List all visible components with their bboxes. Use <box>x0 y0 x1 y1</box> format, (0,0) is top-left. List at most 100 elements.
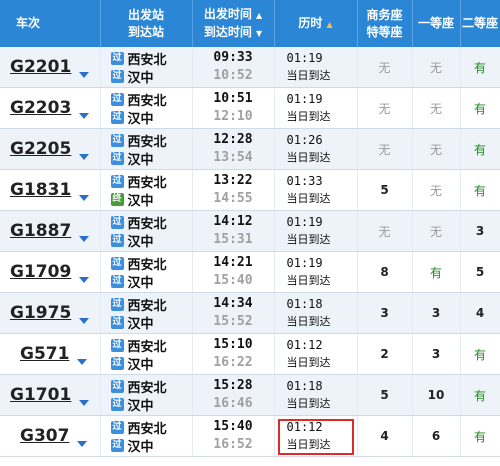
business-seat: 无 <box>357 210 413 252</box>
train-number-link[interactable]: G1887 <box>0 221 71 241</box>
pass-station-icon: 过 <box>110 297 124 311</box>
pass-station-icon: 过 <box>110 233 124 247</box>
to-station: 汉中 <box>127 193 154 209</box>
train-number-link[interactable]: G1975 <box>0 303 71 323</box>
arrival-time: 16:46 <box>213 396 253 411</box>
departure-time: 09:33 <box>213 50 253 65</box>
from-station: 西安北 <box>127 93 167 109</box>
first-class-seat: 6 <box>412 415 461 457</box>
header-train: 车次 <box>0 0 101 47</box>
sort-down-icon[interactable]: ▼ <box>256 29 262 38</box>
table-row: G1975 过西安北 过汉中 14:34 15:52 01:18 当日到达 3 … <box>0 292 500 334</box>
arrive-day: 当日到达 <box>286 69 331 82</box>
duration-cell: 01:12 当日到达 <box>274 415 358 457</box>
train-number-link[interactable]: G1831 <box>0 180 71 200</box>
arrive-day: 当日到达 <box>286 192 331 205</box>
train-cell: G1831 <box>0 169 101 211</box>
train-number-link[interactable]: G1709 <box>0 262 71 282</box>
departure-time: 12:28 <box>213 132 253 147</box>
duration-cell: 01:19 当日到达 <box>274 47 358 88</box>
chevron-down-icon[interactable] <box>79 235 90 242</box>
chevron-down-icon[interactable] <box>79 153 90 160</box>
train-number-link[interactable]: G571 <box>0 344 69 364</box>
times-cell: 14:12 15:31 <box>192 210 275 252</box>
duration: 01:19 <box>286 215 323 229</box>
duration: 01:18 <box>286 297 323 311</box>
second-class-seat: 有 <box>460 333 500 375</box>
from-station: 西安北 <box>127 298 167 314</box>
header-times[interactable]: 出发时间 ▲ 到达时间 ▼ <box>192 0 275 47</box>
train-cell: G1975 <box>0 292 101 334</box>
to-station: 汉中 <box>127 70 154 86</box>
times-cell: 10:51 12:10 <box>192 87 275 129</box>
chevron-down-icon[interactable] <box>79 71 90 78</box>
train-number-link[interactable]: G1701 <box>0 385 71 405</box>
arrival-time: 10:52 <box>213 68 253 83</box>
times-cell: 09:33 10:52 <box>192 47 275 88</box>
departure-time: 15:10 <box>213 337 253 352</box>
times-cell: 15:28 16:46 <box>192 374 275 416</box>
arrival-time: 16:22 <box>213 355 253 370</box>
duration-cell: 01:19 当日到达 <box>274 87 358 129</box>
arrive-day: 当日到达 <box>286 274 331 287</box>
chevron-down-icon[interactable] <box>79 112 90 119</box>
chevron-down-icon[interactable] <box>77 440 88 447</box>
chevron-down-icon[interactable] <box>77 358 88 365</box>
train-number-link[interactable]: G2203 <box>0 98 71 118</box>
table-row: G1709 过西安北 过汉中 14:21 15:40 01:19 当日到达 8 … <box>0 251 500 293</box>
times-cell: 12:28 13:54 <box>192 128 275 170</box>
train-number-link[interactable]: G2201 <box>0 57 71 77</box>
from-station: 西安北 <box>127 216 167 232</box>
from-station: 西安北 <box>127 339 167 355</box>
highlight-box <box>277 419 354 455</box>
first-class-seat: 无 <box>412 87 461 129</box>
duration-cell: 01:19 当日到达 <box>274 210 358 252</box>
from-station: 西安北 <box>127 52 167 68</box>
arrive-day: 当日到达 <box>286 110 331 123</box>
train-results-table: 车次 出发站 到达站 出发时间 ▲ 到达时间 ▼ 历时 ▲ 商务座 特等座 一等座 … <box>0 0 500 457</box>
sort-arrow-icon[interactable]: ▲ <box>327 20 333 29</box>
second-class-seat: 有 <box>460 169 500 211</box>
chevron-down-icon[interactable] <box>79 276 90 283</box>
times-cell: 14:34 15:52 <box>192 292 275 334</box>
table-row: G2203 过西安北 过汉中 10:51 12:10 01:19 当日到达 无 … <box>0 87 500 129</box>
arrival-time: 16:52 <box>213 437 253 452</box>
table-row: G307 过西安北 过汉中 15:40 16:52 01:12 当日到达 4 6… <box>0 415 500 457</box>
business-seat: 5 <box>357 169 413 211</box>
pass-station-icon: 过 <box>110 315 124 329</box>
first-class-seat: 无 <box>412 169 461 211</box>
pass-station-icon: 过 <box>110 397 124 411</box>
duration-cell: 01:26 当日到达 <box>274 128 358 170</box>
business-seat: 5 <box>357 374 413 416</box>
sort-up-icon[interactable]: ▲ <box>256 11 262 20</box>
from-station: 西安北 <box>127 421 167 437</box>
pass-station-icon: 过 <box>110 92 124 106</box>
second-class-seat: 有 <box>460 128 500 170</box>
first-class-seat: 3 <box>412 292 461 334</box>
to-station: 汉中 <box>127 316 154 332</box>
pass-station-icon: 过 <box>110 274 124 288</box>
header-second-class: 二等座 <box>460 0 500 47</box>
arrive-day: 当日到达 <box>286 151 331 164</box>
second-class-seat: 有 <box>460 374 500 416</box>
business-seat: 2 <box>357 333 413 375</box>
train-cell: G307 <box>0 415 101 457</box>
departure-time: 15:28 <box>213 378 253 393</box>
chevron-down-icon[interactable] <box>79 399 90 406</box>
arrive-day: 当日到达 <box>286 356 331 369</box>
departure-time: 15:40 <box>213 419 253 434</box>
arrival-time: 12:10 <box>213 109 253 124</box>
train-number-link[interactable]: G307 <box>0 426 69 446</box>
arrive-day: 当日到达 <box>286 315 331 328</box>
arrive-day: 当日到达 <box>286 397 331 410</box>
pass-station-icon: 过 <box>110 69 124 83</box>
chevron-down-icon[interactable] <box>79 317 90 324</box>
arrival-time: 13:54 <box>213 150 253 165</box>
arrival-time: 14:55 <box>213 191 253 206</box>
header-duration[interactable]: 历时 ▲ <box>274 0 358 47</box>
train-number-link[interactable]: G2205 <box>0 139 71 159</box>
to-station: 汉中 <box>127 357 154 373</box>
table-row: G2205 过西安北 过汉中 12:28 13:54 01:26 当日到达 无 … <box>0 128 500 170</box>
times-cell: 14:21 15:40 <box>192 251 275 293</box>
chevron-down-icon[interactable] <box>79 194 90 201</box>
